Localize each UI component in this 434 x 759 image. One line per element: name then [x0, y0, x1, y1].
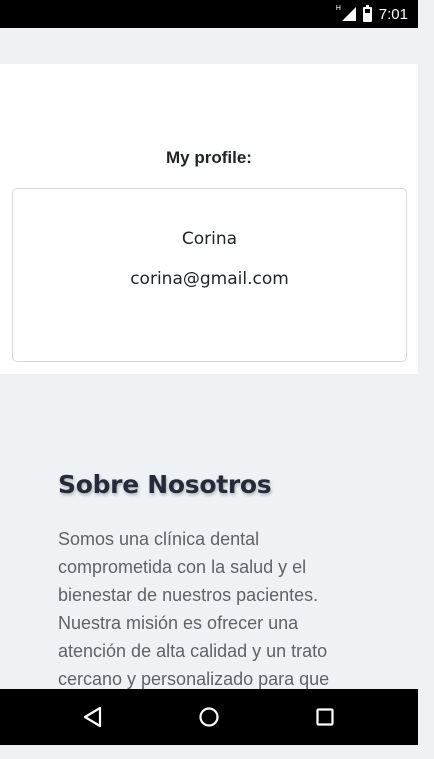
home-icon [199, 707, 219, 727]
profile-name: Corina [181, 229, 238, 249]
app-header [0, 28, 418, 64]
profile-card: Corina corina@gmail.com [12, 188, 407, 362]
profile-section: My profile: Corina corina@gmail.com [0, 64, 418, 374]
back-icon [83, 706, 102, 728]
about-section: Sobre Nosotros Somos una clínica dental … [0, 374, 418, 689]
system-navigation-bar [0, 689, 418, 745]
back-button[interactable] [63, 689, 123, 745]
about-description: Somos una clínica dental comprometida co… [58, 529, 330, 689]
home-button[interactable] [179, 689, 239, 745]
battery-charging-icon [362, 4, 372, 22]
signal-icon: H [335, 4, 356, 22]
status-time: 7:01 [378, 5, 408, 23]
status-bar: H 7:01 [0, 0, 418, 28]
network-type-label: H [335, 4, 342, 12]
recents-button[interactable] [295, 689, 355, 745]
profile-email: corina@gmail.com [130, 269, 289, 289]
app-screen: H 7:01 My profile: Corina corina@gmail.c… [0, 0, 418, 745]
recents-icon [316, 708, 334, 726]
about-title: Sobre Nosotros [58, 470, 272, 499]
profile-heading: My profile: [166, 148, 252, 167]
